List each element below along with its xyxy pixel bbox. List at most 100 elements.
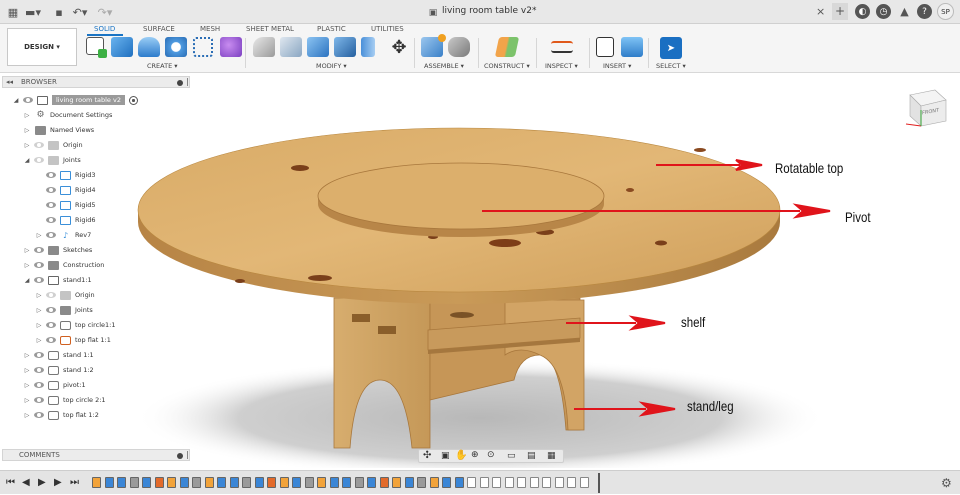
timeline-feature-icon[interactable] <box>179 477 189 488</box>
timeline-feature-icon[interactable] <box>317 477 326 488</box>
timeline-marker[interactable] <box>598 473 600 493</box>
timeline-feature-icon[interactable] <box>517 477 526 488</box>
timeline-feature-icon[interactable] <box>217 477 226 488</box>
joint-icon[interactable] <box>448 37 470 57</box>
expand-right-icon[interactable]: ▷ <box>35 232 43 239</box>
new-tab-button[interactable]: + <box>832 3 848 20</box>
construct-group-label[interactable]: CONSTRUCT ▾ <box>484 62 530 70</box>
tree-item[interactable]: ▷ top circle 2:1 <box>23 393 106 407</box>
visibility-icon[interactable] <box>46 217 56 223</box>
expand-down-icon[interactable]: ◢ <box>23 157 31 164</box>
tree-item[interactable]: ▷ Origin <box>23 138 83 152</box>
user-avatar[interactable]: SP <box>937 3 954 20</box>
next-step-icon[interactable]: ▶ <box>54 477 62 488</box>
visibility-icon[interactable] <box>46 172 56 178</box>
tree-root[interactable]: ◢ living room table v2 <box>12 93 138 107</box>
save-icon[interactable]: ▪ <box>52 5 66 19</box>
visibility-icon[interactable] <box>46 337 56 343</box>
expand-down-icon[interactable]: ◢ <box>12 97 20 104</box>
tree-item[interactable]: ▷ stand 1:2 <box>23 363 94 377</box>
help-icon[interactable]: ? <box>917 4 932 19</box>
tree-item[interactable]: Rigid6 <box>35 213 96 227</box>
rotatable-top-model[interactable] <box>317 162 605 237</box>
file-icon[interactable]: ▬▾ <box>25 5 41 19</box>
tab-solid[interactable]: SOLID <box>94 25 115 33</box>
create-sketch-icon[interactable] <box>86 37 107 58</box>
fillet-icon[interactable] <box>253 37 275 57</box>
modify-group-label[interactable]: MODIFY ▾ <box>316 62 347 70</box>
tab-surface[interactable]: SURFACE <box>143 25 175 33</box>
activate-radio-icon[interactable] <box>128 95 138 105</box>
offset-plane-icon[interactable] <box>494 37 520 57</box>
visibility-icon[interactable] <box>34 352 44 358</box>
expand-right-icon[interactable]: ▷ <box>23 352 31 359</box>
tree-item[interactable]: ▷ top flat 1:1 <box>35 333 111 347</box>
expand-right-icon[interactable]: ▷ <box>23 247 31 254</box>
timeline-feature-icon[interactable] <box>129 477 139 488</box>
timeline-feature-icon[interactable] <box>492 477 501 488</box>
combine-icon[interactable] <box>334 37 356 57</box>
tree-item[interactable]: Rigid4 <box>35 183 96 197</box>
timeline-feature-icon[interactable] <box>304 477 314 488</box>
expand-right-icon[interactable]: ▷ <box>23 112 31 119</box>
collapse-icon[interactable]: ◂◂ <box>6 78 13 86</box>
visibility-icon[interactable] <box>34 262 44 268</box>
tree-item[interactable]: ▷ stand 1:1 <box>23 348 94 362</box>
expand-right-icon[interactable]: ▷ <box>23 142 31 149</box>
visibility-icon[interactable] <box>46 202 56 208</box>
timeline-feature-icon[interactable] <box>167 477 176 488</box>
timeline-feature-icon[interactable] <box>279 477 289 488</box>
grid-icon[interactable]: ▦ <box>6 5 20 19</box>
tab-mesh[interactable]: MESH <box>200 25 220 33</box>
previous-step-icon[interactable]: ◀ <box>22 477 30 488</box>
timeline-feature-icon[interactable] <box>142 477 151 488</box>
tree-item[interactable]: ▷ pivot:1 <box>23 378 86 392</box>
timeline-feature-icon[interactable] <box>542 477 551 488</box>
expand-right-icon[interactable]: ▷ <box>35 337 43 344</box>
expand-right-icon[interactable]: ▷ <box>23 412 31 419</box>
timeline-feature-icon[interactable] <box>379 477 389 488</box>
new-component-icon[interactable] <box>421 34 446 57</box>
tree-item[interactable]: ▷ Construction <box>23 258 104 272</box>
visibility-icon[interactable] <box>34 247 44 253</box>
display-settings-icon[interactable]: ▭ <box>507 451 516 461</box>
viewports-icon[interactable]: ▦ <box>547 451 556 461</box>
timeline-feature-icon[interactable] <box>229 477 239 488</box>
visibility-icon[interactable] <box>34 382 44 388</box>
tree-item[interactable]: ◢ Joints <box>23 153 81 167</box>
tab-sheet-metal[interactable]: SHEET METAL <box>246 25 294 33</box>
visibility-icon[interactable] <box>34 142 44 148</box>
fit-icon[interactable]: ⊙ <box>487 450 495 460</box>
timeline-feature-icon[interactable] <box>292 477 301 488</box>
timeline-feature-icon[interactable] <box>117 477 126 488</box>
expand-right-icon[interactable]: ▷ <box>23 262 31 269</box>
zoom-icon[interactable]: ⊕ <box>471 450 479 460</box>
timeline-feature-icon[interactable] <box>417 477 426 488</box>
tree-item[interactable]: ▷ ⚙ Document Settings <box>23 108 113 122</box>
visibility-icon[interactable] <box>34 397 44 403</box>
tree-item[interactable]: ▷ Named Views <box>23 123 94 137</box>
expand-right-icon[interactable]: ▷ <box>23 382 31 389</box>
visibility-icon[interactable] <box>46 232 56 238</box>
hole-icon[interactable] <box>165 37 187 57</box>
shell-icon[interactable] <box>280 37 302 57</box>
timeline-feature-icon[interactable] <box>329 477 339 488</box>
revolve-icon[interactable] <box>138 37 160 57</box>
browser-options-icon[interactable] <box>177 80 183 86</box>
insert-group-label[interactable]: INSERT ▾ <box>603 62 631 70</box>
visibility-icon[interactable] <box>46 292 56 298</box>
timeline-feature-icon[interactable] <box>267 477 276 488</box>
undo-icon[interactable]: ↶▾ <box>73 5 88 19</box>
visibility-icon[interactable] <box>46 322 56 328</box>
timeline-feature-icon[interactable] <box>529 477 539 488</box>
timeline-feature-icon[interactable] <box>404 477 414 488</box>
timeline-feature-icon[interactable] <box>104 477 114 488</box>
create-group-label[interactable]: CREATE ▾ <box>147 62 178 70</box>
last-frame-icon[interactable]: ⏭ <box>70 477 79 488</box>
timeline-feature-icon[interactable] <box>367 477 376 488</box>
pan-icon[interactable]: ✋ <box>455 450 467 461</box>
timeline-feature-icon[interactable] <box>454 477 464 488</box>
expand-right-icon[interactable]: ▷ <box>23 127 31 134</box>
timeline-feature-icon[interactable] <box>204 477 214 488</box>
timeline-feature-icon[interactable] <box>479 477 489 488</box>
